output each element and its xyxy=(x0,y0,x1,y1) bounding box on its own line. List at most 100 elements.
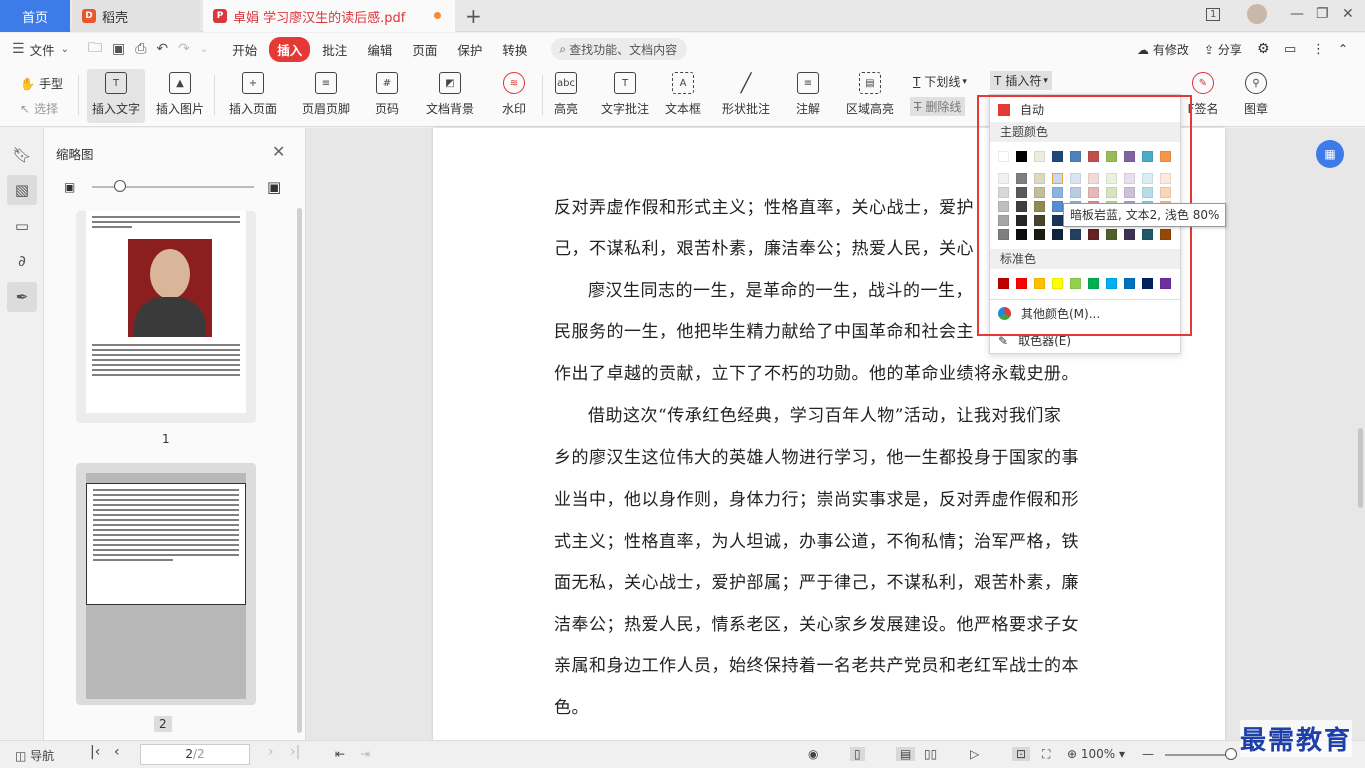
theme-shade-swatch[interactable] xyxy=(1070,173,1081,184)
theme-shade-swatch[interactable] xyxy=(998,229,1009,240)
insert-text-button[interactable]: T 插入文字 xyxy=(87,69,145,123)
theme-shade-swatch[interactable] xyxy=(1051,172,1064,185)
back-icon[interactable]: ⇤ xyxy=(335,747,345,761)
page-number-input[interactable]: 2/2 xyxy=(140,744,250,765)
watermark-button[interactable]: ≋ 水印 xyxy=(492,69,536,123)
select-tool[interactable]: ↖ 选择 xyxy=(20,100,58,117)
theme-shade-swatch[interactable] xyxy=(1034,187,1045,198)
file-menu[interactable]: 文件 xyxy=(30,37,63,62)
insert-image-button[interactable]: ▲ 插入图片 xyxy=(152,69,208,123)
text-comment-button[interactable]: T 文字批注 xyxy=(598,69,652,123)
color-picker-option[interactable]: ✎ 取色器(E) xyxy=(998,332,1071,349)
theme-color-swatch[interactable] xyxy=(1160,151,1171,162)
theme-shade-swatch[interactable] xyxy=(998,187,1009,198)
menu-convert[interactable]: 转换 xyxy=(494,37,535,62)
collapse-icon[interactable]: ⌃ xyxy=(1338,42,1348,56)
search-input[interactable]: ⌕ 查找功能、文档内容 xyxy=(551,38,688,60)
theme-shade-swatch[interactable] xyxy=(1034,201,1045,212)
single-page-icon[interactable]: ▯ xyxy=(850,747,865,761)
large-image-icon[interactable]: ▣ xyxy=(267,178,281,196)
theme-shade-swatch[interactable] xyxy=(1142,187,1153,198)
theme-shade-swatch[interactable] xyxy=(1142,229,1153,240)
save-icon[interactable]: ▣ xyxy=(112,41,125,57)
theme-shade-swatch[interactable] xyxy=(998,173,1009,184)
minimize-icon[interactable]: — xyxy=(1290,6,1304,22)
theme-color-swatch[interactable] xyxy=(1016,151,1027,162)
text-box-button[interactable]: A 文本框 xyxy=(662,69,704,123)
standard-color-swatch[interactable] xyxy=(1052,278,1063,289)
theme-color-swatch[interactable] xyxy=(1088,151,1099,162)
print-icon[interactable]: ⎙ xyxy=(135,41,146,57)
strikethrough-button[interactable]: T 删除线 xyxy=(910,97,966,116)
theme-shade-swatch[interactable] xyxy=(998,215,1009,226)
doc-background-button[interactable]: ◩ 文档背景 xyxy=(419,69,481,123)
standard-color-swatch[interactable] xyxy=(1142,278,1153,289)
theme-shade-swatch[interactable] xyxy=(1142,173,1153,184)
small-image-icon[interactable]: ▣ xyxy=(64,180,75,194)
theme-shade-swatch[interactable] xyxy=(1016,201,1027,212)
next-page-icon[interactable]: › xyxy=(268,744,274,760)
theme-shade-swatch[interactable] xyxy=(1124,173,1135,184)
menu-protect[interactable]: 保护 xyxy=(449,37,490,62)
theme-color-swatch[interactable] xyxy=(998,151,1009,162)
theme-shade-swatch[interactable] xyxy=(1034,173,1045,184)
theme-shade-swatch[interactable] xyxy=(1106,229,1117,240)
theme-shade-swatch[interactable] xyxy=(1124,229,1135,240)
signature-panel-icon[interactable]: ✒ xyxy=(7,282,37,312)
tab-daoke[interactable]: D 稻壳 xyxy=(72,0,200,32)
thumbnail-icon[interactable]: ▧ xyxy=(7,175,37,205)
theme-shade-swatch[interactable] xyxy=(1016,187,1027,198)
hand-tool[interactable]: ✋ 手型 xyxy=(20,75,63,92)
theme-shade-swatch[interactable] xyxy=(1106,173,1117,184)
annotation-button[interactable]: ≡ 注解 xyxy=(788,69,828,123)
theme-shade-swatch[interactable] xyxy=(1052,201,1063,212)
shape-comment-button[interactable]: ╱ 形状批注 xyxy=(714,69,778,123)
bookmark-icon[interactable]: 🔖︎ xyxy=(7,140,37,170)
comment-icon[interactable]: ▭ xyxy=(7,211,37,241)
tab-home[interactable]: 首页 xyxy=(0,0,70,32)
modified-status[interactable]: ☁ 有修改 xyxy=(1137,41,1189,58)
theme-shade-swatch[interactable] xyxy=(1052,187,1063,198)
menu-start[interactable]: 开始 xyxy=(224,37,265,62)
standard-color-swatch[interactable] xyxy=(1034,278,1045,289)
page-number-button[interactable]: # 页码 xyxy=(367,69,407,123)
page-count-indicator[interactable]: 1 xyxy=(1206,8,1221,21)
canvas-scrollbar[interactable] xyxy=(1358,428,1363,508)
insert-symbol-button[interactable]: T 插入符 ▾ xyxy=(990,71,1052,90)
menu-page[interactable]: 页面 xyxy=(404,37,445,62)
dual-page-icon[interactable]: ▯▯ xyxy=(924,747,937,761)
menu-edit[interactable]: 编辑 xyxy=(359,37,400,62)
header-footer-button[interactable]: ≡ 页眉页脚 xyxy=(295,69,357,123)
auto-color-option[interactable]: 自动 xyxy=(998,101,1044,118)
new-tab-button[interactable]: + xyxy=(465,4,482,28)
theme-color-swatch[interactable] xyxy=(1034,151,1045,162)
more-icon[interactable]: ⋮ xyxy=(1312,42,1325,57)
chevron-down-icon[interactable]: ⌄ xyxy=(200,44,208,55)
play-icon[interactable]: ▷ xyxy=(970,747,979,761)
hamburger-icon[interactable]: ☰ xyxy=(12,41,25,57)
thumbnail-page-1[interactable] xyxy=(76,211,256,423)
first-page-icon[interactable]: |‹ xyxy=(90,744,100,760)
user-avatar[interactable] xyxy=(1247,4,1267,24)
theme-shade-swatch[interactable] xyxy=(1052,215,1063,226)
tab-document[interactable]: P 卓娟 学习廖汉生的读后感.pdf xyxy=(203,0,455,32)
share-button[interactable]: ⇪ 分享 xyxy=(1204,41,1242,58)
restore-icon[interactable]: ❐ xyxy=(1316,6,1329,22)
theme-shade-swatch[interactable] xyxy=(1070,229,1081,240)
theme-shade-swatch[interactable] xyxy=(1034,229,1045,240)
close-window-icon[interactable]: ✕ xyxy=(1342,6,1354,22)
standard-color-swatch[interactable] xyxy=(1106,278,1117,289)
standard-color-swatch[interactable] xyxy=(1124,278,1135,289)
theme-color-swatch[interactable] xyxy=(1070,151,1081,162)
theme-shade-swatch[interactable] xyxy=(1016,229,1027,240)
standard-color-swatch[interactable] xyxy=(1160,278,1171,289)
nav-toggle[interactable]: ◫ 导航 xyxy=(15,747,54,764)
underline-button[interactable]: T 下划线 ▾ xyxy=(913,73,967,90)
theme-shade-swatch[interactable] xyxy=(1016,173,1027,184)
theme-shade-swatch[interactable] xyxy=(1052,229,1063,240)
theme-shade-swatch[interactable] xyxy=(1088,229,1099,240)
theme-shade-swatch[interactable] xyxy=(1088,187,1099,198)
theme-shade-swatch[interactable] xyxy=(1160,187,1171,198)
prev-page-icon[interactable]: ‹ xyxy=(114,744,120,760)
close-icon[interactable]: ✕ xyxy=(272,142,285,161)
